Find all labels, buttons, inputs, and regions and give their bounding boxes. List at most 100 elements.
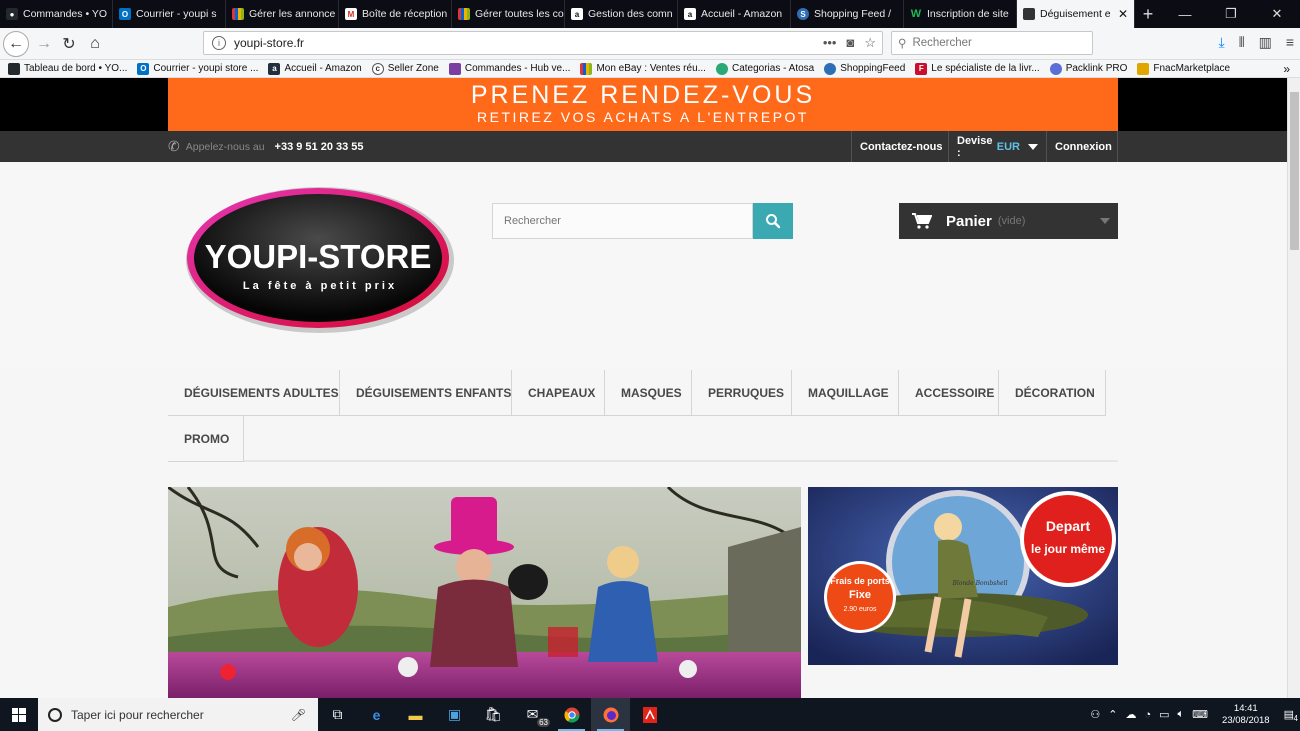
cart-button[interactable]: Panier (vide) [899, 203, 1118, 239]
acrobat-icon[interactable] [630, 698, 669, 731]
browser-tab[interactable]: a Gestion des comn [565, 0, 678, 28]
bookmark-item[interactable]: Commandes - Hub ve... [448, 62, 570, 75]
menu-item-deguisements-enfants[interactable]: DÉGUISEMENTS ENFANTS [340, 370, 512, 416]
bookmark-label: FnacMarketplace [1153, 63, 1231, 74]
system-tray: ⚇ ⌃ ☁ ◔ ▭ 🔈︎ ⌨ 14:41 23/08/2018 ▤ 4 [1090, 703, 1300, 727]
tab-label: Inscription de site [927, 8, 1009, 20]
tab-label: Gestion des comn [588, 8, 673, 20]
browser-tab[interactable]: Gérer les annonce [226, 0, 339, 28]
browser-tab[interactable]: S Shopping Feed / [791, 0, 904, 28]
page-actions-icon[interactable]: ••• [823, 35, 837, 51]
browser-search-input[interactable]: ⚲ Rechercher [891, 31, 1093, 55]
download-icon[interactable]: ⤓ [1219, 34, 1225, 51]
chrome-icon[interactable] [552, 698, 591, 731]
bookmark-item[interactable]: a Accueil - Amazon [268, 62, 362, 75]
browser-tab-active[interactable]: Déguisement e ✕ [1017, 0, 1135, 28]
browser-tab[interactable]: ● Commandes • YO [0, 0, 113, 28]
browser-tab[interactable]: Gérer toutes les co [452, 0, 565, 28]
close-tab-icon[interactable]: ✕ [1118, 7, 1128, 21]
delivery-icon: F [915, 62, 928, 75]
menu-item-maquillage[interactable]: MAQUILLAGE [792, 370, 899, 416]
library-icon[interactable]: ⫴ [1239, 34, 1245, 51]
photos-icon[interactable]: ▣ [435, 698, 474, 731]
bookmark-item[interactable]: Packlink PRO [1049, 62, 1128, 75]
login-link[interactable]: Connexion [1046, 131, 1118, 162]
bookmark-item[interactable]: Tableau de bord • YO... [8, 62, 127, 75]
menu-item-deguisements-adultes[interactable]: DÉGUISEMENTS ADULTES [168, 370, 340, 416]
edge-icon[interactable]: e [357, 698, 396, 731]
battery-icon[interactable]: ▭ [1159, 708, 1169, 721]
volume-icon[interactable]: 🔈︎ [1178, 708, 1185, 721]
menu-item-decoration[interactable]: DÉCORATION [999, 370, 1106, 416]
browser-tab[interactable]: W Inscription de site [904, 0, 1017, 28]
store-icon[interactable]: 🛍︎ [474, 698, 513, 731]
promo-headline: PRENEZ RENDEZ-VOUS [470, 81, 816, 109]
file-explorer-icon[interactable]: ▬ [396, 698, 435, 731]
shipping-promo-banner[interactable]: Depart le jour même Frais de ports Fixe … [808, 487, 1118, 665]
promo-banner[interactable]: PRENEZ RENDEZ-VOUS RETIREZ VOS ACHATS A … [0, 78, 1287, 131]
bookmark-item[interactable]: FnacMarketplace [1137, 62, 1231, 75]
microphone-icon[interactable]: 🎤︎ [291, 708, 306, 722]
bookmark-item[interactable]: O Courrier - youpi store ... [137, 62, 258, 75]
firefox-icon[interactable] [591, 698, 630, 731]
phone-number: +33 9 51 20 33 55 [274, 140, 364, 153]
main-menu: DÉGUISEMENTS ADULTES DÉGUISEMENTS ENFANT… [168, 370, 1118, 462]
seller-zone-icon: c [371, 62, 384, 75]
url-bar[interactable]: i youpi-store.fr ••• ◙ ☆ [203, 31, 883, 55]
windows-start-icon[interactable] [0, 698, 38, 731]
close-window-icon[interactable]: ✕ [1254, 0, 1300, 28]
notifications-icon[interactable]: ▤ 4 [1284, 708, 1298, 723]
network-icon[interactable]: ◔ [1144, 709, 1151, 721]
promo-box[interactable]: PRENEZ RENDEZ-VOUS RETIREZ VOS ACHATS A … [168, 78, 1118, 131]
onedrive-icon[interactable]: ☁ [1125, 708, 1136, 721]
hero-slider-image[interactable] [168, 487, 801, 698]
bookmark-label: Packlink PRO [1065, 63, 1128, 74]
new-tab-button[interactable]: + [1135, 0, 1161, 28]
reload-icon[interactable]: ↻ [57, 32, 81, 56]
menu-item-masques[interactable]: MASQUES [605, 370, 692, 416]
show-hidden-icons-icon[interactable]: ⌃ [1108, 708, 1117, 721]
ime-icon[interactable]: ⌨ [1192, 708, 1208, 721]
promo-subline: RETIREZ VOS ACHATS A L'ENTREPOT [477, 109, 809, 125]
site-search-input[interactable] [492, 203, 753, 239]
forward-icon[interactable]: → [32, 32, 56, 56]
browser-tab[interactable]: O Courrier - youpi s [113, 0, 226, 28]
minimize-icon[interactable]: — [1162, 0, 1208, 28]
browser-tab[interactable]: a Accueil - Amazon [678, 0, 791, 28]
phone-block: ✆ Appelez-nous au +33 9 51 20 33 55 [168, 131, 364, 162]
bookmark-item[interactable]: Categorias - Atosa [715, 62, 815, 75]
mail-icon[interactable]: ✉ 63 [513, 698, 552, 731]
tab-label: Shopping Feed / [814, 8, 892, 20]
more-bookmarks-icon[interactable]: » [1283, 62, 1290, 76]
menu-item-chapeaux[interactable]: CHAPEAUX [512, 370, 605, 416]
browser-tab[interactable]: M Boîte de réception [339, 0, 452, 28]
menu-item-accessoire[interactable]: ACCESSOIRE [899, 370, 999, 416]
restore-icon[interactable]: ❐ [1208, 0, 1254, 28]
page-scrollbar[interactable] [1287, 78, 1300, 698]
system-clock[interactable]: 14:41 23/08/2018 [1222, 703, 1270, 727]
bookmark-item[interactable]: c Seller Zone [371, 62, 439, 75]
pocket-icon[interactable]: ◙ [846, 35, 854, 51]
bookmark-item[interactable]: Mon eBay : Ventes réu... [580, 62, 706, 75]
currency-selector[interactable]: Devise : EUR [948, 131, 1046, 162]
site-search-button[interactable] [753, 203, 793, 239]
caret-down-icon [1028, 143, 1038, 150]
bookmark-label: Categorias - Atosa [731, 63, 815, 74]
site-logo[interactable]: YOUPI-STORE La fête à petit prix [180, 182, 460, 337]
taskbar-search-input[interactable]: Taper ici pour rechercher 🎤︎ [38, 698, 318, 731]
scrollbar-thumb[interactable] [1290, 92, 1299, 250]
bookmark-star-icon[interactable]: ☆ [864, 35, 876, 51]
menu-icon[interactable]: ≡ [1286, 34, 1294, 51]
info-icon[interactable]: i [212, 36, 226, 50]
people-icon[interactable]: ⚇ [1090, 708, 1100, 721]
bookmark-item[interactable]: F Le spécialiste de la livr... [915, 62, 1040, 75]
bookmark-item[interactable]: ShoppingFeed [824, 62, 905, 75]
cart-icon [912, 213, 932, 229]
sidebar-icon[interactable]: ▥ [1259, 34, 1272, 51]
back-icon[interactable]: ← [3, 31, 29, 57]
menu-item-perruques[interactable]: PERRUQUES [692, 370, 792, 416]
contact-link[interactable]: Contactez-nous [851, 131, 951, 162]
menu-item-promo[interactable]: PROMO [168, 416, 244, 462]
task-view-icon[interactable]: ⧉ [318, 698, 357, 731]
home-icon[interactable]: ⌂ [83, 32, 107, 56]
